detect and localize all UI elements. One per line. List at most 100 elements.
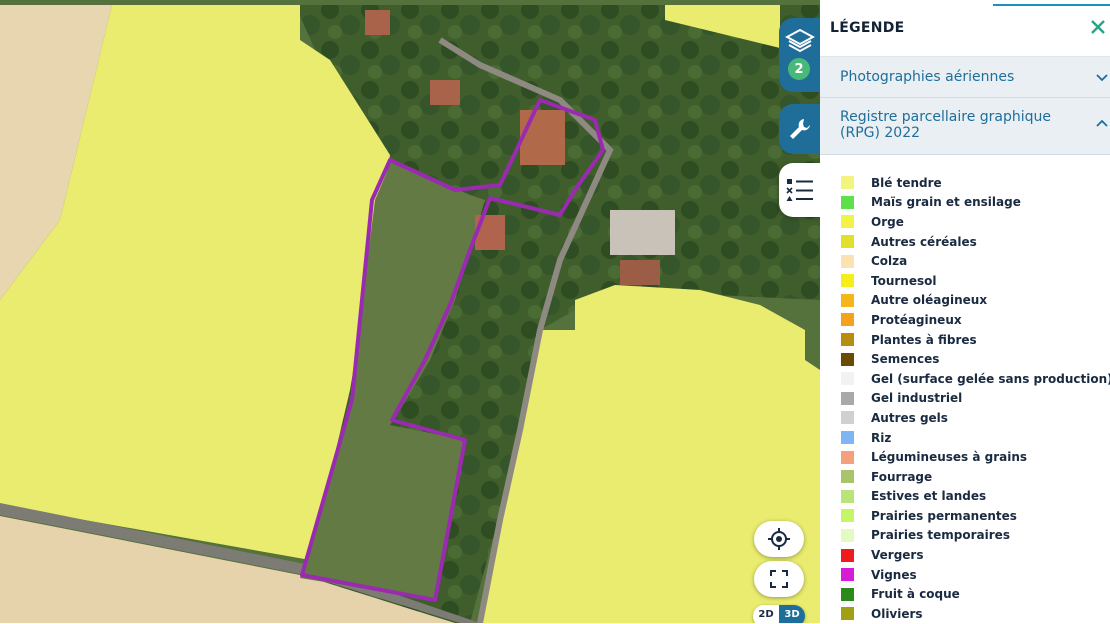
legend-item: Autres gels	[820, 408, 1110, 428]
legend-item-label: Gel (surface gelée sans production)	[871, 371, 1110, 386]
legend-swatch	[841, 352, 854, 366]
legend-item: Orge	[820, 212, 1110, 232]
legend-item: Riz	[820, 428, 1110, 448]
legend-header: LÉGENDE	[820, 0, 1110, 57]
legend-item-label: Blé tendre	[871, 175, 942, 190]
legend-swatch	[841, 450, 854, 464]
legend-item: Autres céréales	[820, 232, 1110, 252]
legend-item: Estives et landes	[820, 487, 1110, 507]
legend-item-label: Autre oléagineux	[871, 293, 988, 308]
legend-item: Fourrage	[820, 467, 1110, 487]
legend-item-label: Orge	[871, 214, 904, 229]
legend-swatch	[841, 254, 854, 268]
legend-item: Prairies temporaires	[820, 526, 1110, 546]
roof	[520, 110, 565, 165]
legend-title: LÉGENDE	[830, 20, 905, 36]
tools-button[interactable]	[779, 104, 821, 154]
legend-item-label: Estives et landes	[871, 489, 987, 504]
chevron-up-icon	[1096, 119, 1108, 127]
legend-item-label: Fourrage	[871, 469, 933, 484]
legend-items-list: Blé tendre Maïs grain et ensilage Orge Autr…	[820, 155, 1110, 624]
legend-item: Blé tendre	[820, 173, 1110, 193]
legend-swatch	[841, 391, 854, 405]
section-rpg-label: Registre parcellaire graphique (RPG) 202…	[840, 109, 1052, 141]
legend-item-label: Gel industriel	[871, 391, 963, 406]
legend-item: Oliviers	[820, 604, 1110, 624]
legend-swatch	[841, 372, 854, 386]
header-accent-line	[993, 4, 1110, 6]
legend-item-label: Prairies permanentes	[871, 508, 1017, 523]
view-mode-toggle[interactable]: 2D 3D	[753, 605, 805, 623]
legend-item-label: Autres gels	[871, 410, 948, 425]
legend-list-icon	[786, 179, 813, 201]
legend-swatch	[841, 489, 854, 503]
legend-swatch	[841, 548, 854, 562]
roof	[430, 80, 460, 105]
legend-swatch	[841, 528, 854, 542]
close-icon[interactable]	[1088, 17, 1108, 37]
legend-item-label: Colza	[871, 254, 908, 269]
legend-swatch	[841, 587, 854, 601]
layers-icon	[785, 28, 815, 53]
legend-item: Gel (surface gelée sans production)	[820, 369, 1110, 389]
legend-item: Semences	[820, 349, 1110, 369]
legend-swatch	[841, 274, 854, 288]
legend-item: Prairies permanentes	[820, 506, 1110, 526]
roof	[365, 10, 390, 35]
locate-button[interactable]	[754, 521, 804, 557]
legend-swatch	[841, 293, 854, 307]
legend-item: Protéagineux	[820, 310, 1110, 330]
legend-item: Vignes	[820, 565, 1110, 585]
legend-item-label: Maïs grain et ensilage	[871, 195, 1021, 210]
map-canvas[interactable]	[0, 0, 820, 623]
legend-item-label: Oliviers	[871, 606, 923, 621]
roof	[610, 210, 675, 255]
layers-count-badge: 2	[788, 58, 810, 80]
legend-button[interactable]	[779, 163, 821, 217]
map-view[interactable]: 2D 3D	[0, 0, 820, 623]
fullscreen-icon	[770, 570, 788, 588]
legend-item-label: Semences	[871, 352, 940, 367]
legend-swatch	[841, 215, 854, 229]
legend-panel: LÉGENDE Photographies aériennes Registre…	[820, 0, 1110, 623]
legend-swatch	[841, 235, 854, 249]
legend-item-label: Prairies temporaires	[871, 528, 1010, 543]
legend-item-label: Plantes à fibres	[871, 332, 977, 347]
locate-icon	[768, 528, 790, 550]
chevron-down-icon	[1096, 74, 1108, 82]
legend-swatch	[841, 568, 854, 582]
legend-item: Tournesol	[820, 271, 1110, 291]
view-3d-option[interactable]: 3D	[779, 605, 805, 623]
legend-item: Maïs grain et ensilage	[820, 193, 1110, 213]
legend-swatch	[841, 470, 854, 484]
legend-item: Fruit à coque	[820, 584, 1110, 604]
view-2d-option[interactable]: 2D	[753, 605, 779, 623]
legend-swatch	[841, 313, 854, 327]
fullscreen-button[interactable]	[754, 561, 804, 597]
legend-item-label: Vergers	[871, 548, 924, 563]
legend-item: Gel industriel	[820, 389, 1110, 409]
section-rpg[interactable]: Registre parcellaire graphique (RPG) 202…	[820, 98, 1110, 155]
legend-item-label: Légumineuses à grains	[871, 450, 1028, 465]
legend-item-label: Vignes	[871, 567, 917, 582]
legend-item-label: Protéagineux	[871, 312, 962, 327]
legend-item-label: Autres céréales	[871, 234, 977, 249]
legend-item-label: Tournesol	[871, 273, 937, 288]
legend-swatch	[841, 195, 854, 209]
legend-swatch	[841, 176, 854, 190]
legend-item: Légumineuses à grains	[820, 447, 1110, 467]
legend-swatch	[841, 509, 854, 523]
legend-item-label: Riz	[871, 430, 892, 445]
legend-swatch	[841, 411, 854, 425]
legend-swatch	[841, 333, 854, 347]
section-aerial-photos[interactable]: Photographies aériennes	[820, 57, 1110, 98]
layers-button[interactable]: 2	[779, 18, 821, 92]
legend-swatch	[841, 607, 854, 621]
legend-item: Colza	[820, 251, 1110, 271]
legend-item: Autre oléagineux	[820, 291, 1110, 311]
legend-swatch	[841, 431, 854, 445]
roof	[620, 260, 660, 285]
wrench-icon	[790, 119, 810, 139]
legend-item: Plantes à fibres	[820, 330, 1110, 350]
legend-item-label: Fruit à coque	[871, 587, 960, 602]
